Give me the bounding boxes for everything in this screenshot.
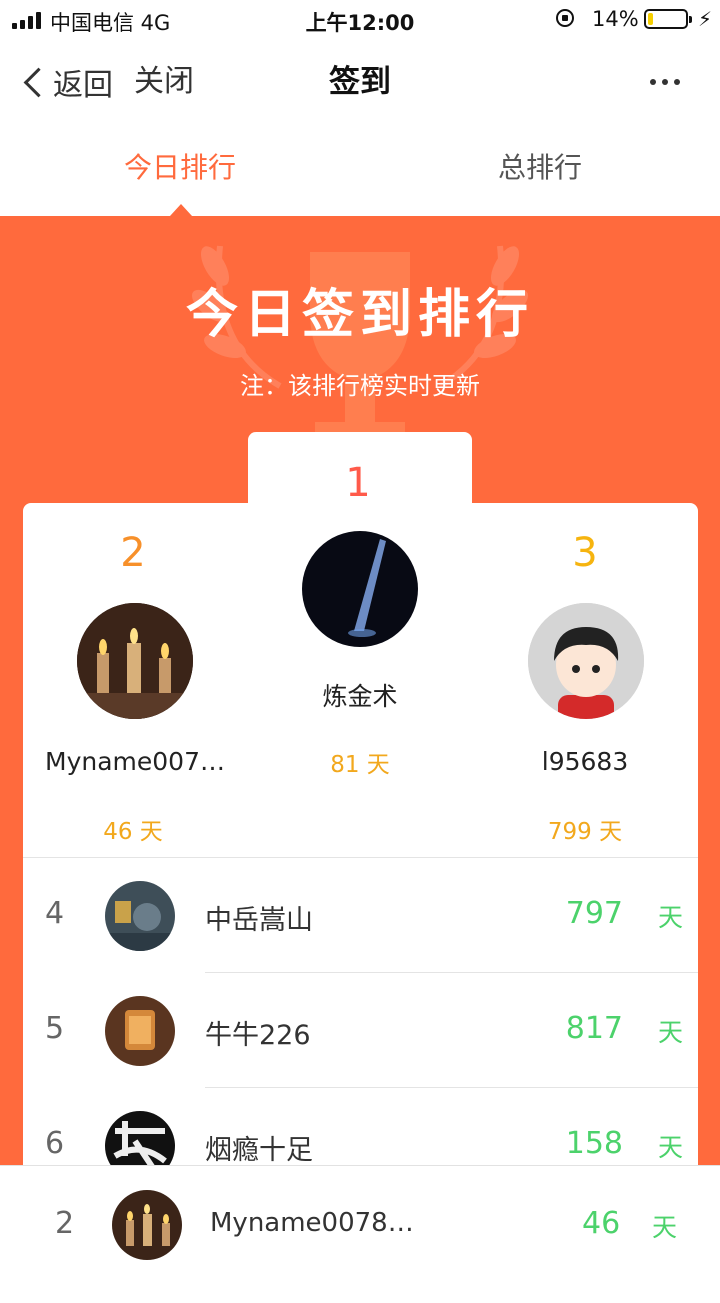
my-rank-number: 2	[55, 1206, 75, 1241]
first-place-name: 炼金术	[322, 682, 398, 711]
list-item-days: 797	[565, 896, 623, 931]
list-item-avatar	[105, 881, 175, 951]
hero-note: 注：该排行榜实时更新	[240, 372, 480, 400]
list-item-unit: 天	[657, 903, 683, 932]
my-days-unit: 天	[652, 1213, 678, 1242]
my-name: Myname0078…	[210, 1208, 414, 1238]
list-item-name: 中岳嵩山	[205, 905, 313, 936]
status-bar: 中国电信 4G 上午12:00 14% ⚡	[0, 0, 720, 40]
list-item-avatar	[105, 996, 175, 1066]
nav-bar: 返回 关闭 签到	[0, 40, 720, 124]
first-place-avatar[interactable]	[302, 531, 418, 647]
charging-icon: ⚡	[698, 7, 713, 31]
battery-icon	[644, 9, 692, 29]
list-item-unit: 天	[657, 1018, 683, 1047]
more-dots-icon	[650, 79, 656, 85]
list-item-rank: 5	[45, 1011, 65, 1046]
first-place-rank: 1	[345, 460, 371, 506]
hero-title: 今日签到排行	[185, 285, 534, 345]
list-item[interactable]: 5 牛牛226 817 天	[23, 973, 698, 1088]
more-options-button[interactable]	[640, 70, 690, 94]
list-item[interactable]: 4 中岳嵩山 797 天	[23, 858, 698, 973]
list-item-days: 158	[565, 1126, 623, 1161]
my-avatar	[112, 1190, 182, 1260]
second-place-name: Myname007…	[45, 747, 225, 776]
tab-today-ranking[interactable]: 今日排行	[0, 124, 360, 216]
tab-total-ranking[interactable]: 总排行	[360, 124, 720, 216]
first-place-days: 81 天	[330, 752, 390, 778]
tab-indicator	[170, 204, 192, 216]
list-item-days: 817	[565, 1011, 623, 1046]
third-place-rank: 3	[572, 530, 598, 576]
second-place-avatar[interactable]	[77, 603, 193, 719]
signal-icon	[12, 11, 41, 29]
third-place-days: 799 天	[547, 819, 623, 845]
back-label: 返回	[53, 68, 113, 103]
second-place-rank: 2	[120, 530, 146, 576]
close-button[interactable]: 关闭	[134, 60, 194, 104]
my-days: 46	[582, 1206, 621, 1241]
carrier-label: 中国电信 4G	[50, 11, 171, 35]
my-rank-bar[interactable]: 2 Myname0078… 46 天	[0, 1165, 720, 1280]
chevron-left-icon	[23, 67, 54, 97]
third-place-avatar[interactable]	[528, 603, 644, 719]
list-item-rank: 6	[45, 1126, 65, 1161]
list-item-name: 牛牛226	[205, 1020, 311, 1051]
orientation-lock-icon	[556, 9, 574, 27]
ranking-tabs: 今日排行 总排行	[0, 124, 720, 216]
battery-percent: 14%	[592, 7, 639, 31]
third-place-name: l95683	[541, 747, 629, 776]
list-item-rank: 4	[45, 896, 65, 931]
back-button[interactable]: 返回	[20, 60, 113, 104]
list-item-unit: 天	[657, 1133, 683, 1162]
second-place-days: 46 天	[103, 819, 163, 845]
list-item-name: 烟瘾十足	[205, 1135, 313, 1166]
